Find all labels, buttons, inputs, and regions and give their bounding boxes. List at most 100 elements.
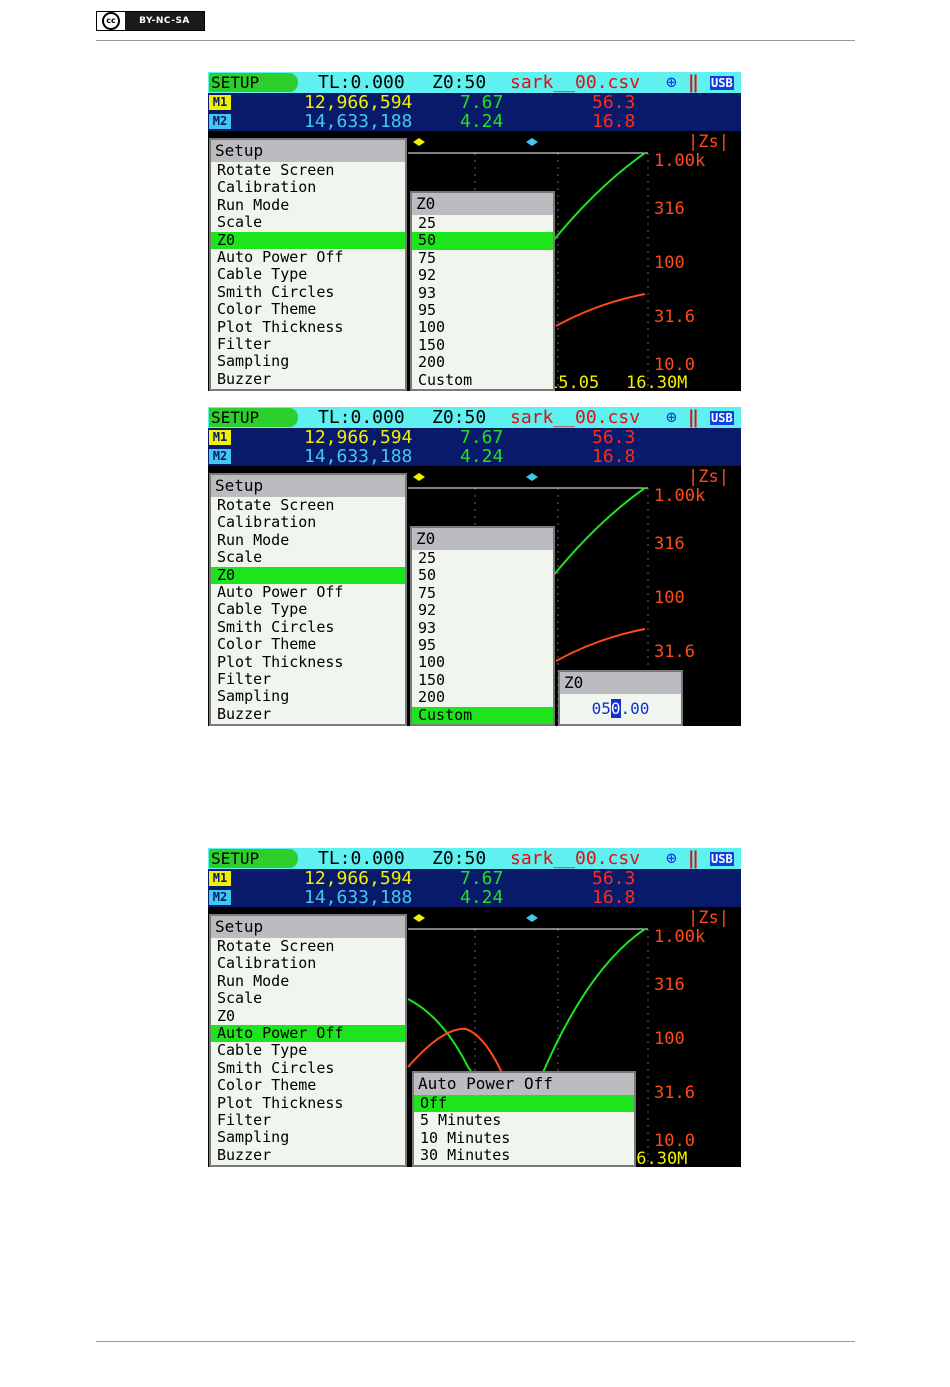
setup-menu-title: Setup xyxy=(211,475,405,497)
menu-item-filter[interactable]: Filter xyxy=(211,1111,405,1129)
cc-icon: cc xyxy=(97,12,125,30)
z0-option-50[interactable]: 50 xyxy=(412,231,553,250)
menu-item-buzzer[interactable]: Buzzer xyxy=(211,370,405,388)
menu-item-rotate-screen[interactable]: Rotate Screen xyxy=(211,161,405,179)
menu-item-color-theme[interactable]: Color Theme xyxy=(211,635,405,653)
z0-option-25[interactable]: 25 xyxy=(412,549,553,567)
y-tick-2: 316 xyxy=(654,199,685,219)
menu-item-color-theme[interactable]: Color Theme xyxy=(211,1076,405,1094)
menu-item-filter[interactable]: Filter xyxy=(211,335,405,353)
z0-menu: Z0 25 50 75 92 93 95 100 150 200 Custom xyxy=(410,526,555,726)
apo-option-off[interactable]: Off xyxy=(414,1094,634,1113)
menu-item-scale[interactable]: Scale xyxy=(211,548,405,566)
z0-edit-dialog: Z0 050.00 xyxy=(558,670,683,726)
menu-item-calibration[interactable]: Calibration xyxy=(211,954,405,972)
menu-item-auto-power-off[interactable]: Auto Power Off xyxy=(211,248,405,266)
apo-option-5-minutes[interactable]: 5 Minutes xyxy=(414,1111,634,1129)
menu-item-auto-power-off[interactable]: Auto Power Off xyxy=(211,583,405,601)
z0-option-custom[interactable]: Custom xyxy=(412,371,553,389)
z0-option-200[interactable]: 200 xyxy=(412,353,553,371)
menu-item-filter[interactable]: Filter xyxy=(211,670,405,688)
analyzer-screen-1: SETUP TL:0.000 Z0:50 sark__00.csv ⊕ ‖ US… xyxy=(208,72,741,391)
menu-item-cable-type[interactable]: Cable Type xyxy=(211,265,405,283)
menu-item-buzzer[interactable]: Buzzer xyxy=(211,1146,405,1164)
z0-option-75[interactable]: 75 xyxy=(412,584,553,602)
menu-item-calibration[interactable]: Calibration xyxy=(211,513,405,531)
menu-item-run-mode[interactable]: Run Mode xyxy=(211,531,405,549)
menu-item-rotate-screen[interactable]: Rotate Screen xyxy=(211,496,405,514)
menu-item-cable-type[interactable]: Cable Type xyxy=(211,600,405,618)
pause-icon[interactable]: ‖ xyxy=(688,72,699,93)
z0-option-50[interactable]: 50 xyxy=(412,566,553,584)
z0-option-100[interactable]: 100 xyxy=(412,318,553,336)
menu-item-run-mode[interactable]: Run Mode xyxy=(211,196,405,214)
z0-value-input[interactable]: 050.00 xyxy=(560,694,681,724)
z0-option-75[interactable]: 75 xyxy=(412,249,553,267)
pause-icon[interactable]: ‖ xyxy=(688,848,699,869)
tl-readout: TL:0.000 xyxy=(318,848,405,869)
menu-item-z0[interactable]: Z0 xyxy=(211,566,405,584)
m2-swr: 4.24 xyxy=(460,111,504,132)
marker-1-badge: M1 xyxy=(209,871,231,886)
menu-item-auto-power-off[interactable]: Auto Power Off xyxy=(211,1024,405,1043)
menu-item-rotate-screen[interactable]: Rotate Screen xyxy=(211,937,405,955)
z0-option-93[interactable]: 93 xyxy=(412,619,553,637)
z0-option-custom[interactable]: Custom xyxy=(412,706,553,724)
menu-item-z0[interactable]: Z0 xyxy=(211,231,405,249)
analyzer-screen-2: SETUP TL:0.000 Z0:50 sark__00.csv ⊕ ‖ US… xyxy=(208,407,741,726)
menu-item-sampling[interactable]: Sampling xyxy=(211,352,405,370)
setup-tab[interactable]: SETUP xyxy=(209,849,298,868)
z0-option-150[interactable]: 150 xyxy=(412,671,553,689)
z0-option-92[interactable]: 92 xyxy=(412,601,553,619)
target-icon[interactable]: ⊕ xyxy=(666,407,677,428)
z0-menu-title: Z0 xyxy=(412,528,553,550)
usb-icon: USB xyxy=(710,411,734,425)
setup-menu: Setup Rotate Screen Calibration Run Mode… xyxy=(209,138,407,391)
z0-option-95[interactable]: 95 xyxy=(412,301,553,319)
menu-item-buzzer[interactable]: Buzzer xyxy=(211,705,405,723)
y-tick-5: 10.0 xyxy=(654,1131,695,1151)
apo-option-30-minutes[interactable]: 30 Minutes xyxy=(414,1146,634,1164)
y-tick-1: 1.00k xyxy=(654,927,706,947)
m2-freq: 14,633,188 xyxy=(304,111,413,132)
z0-value-post: .00 xyxy=(620,699,650,718)
target-icon[interactable]: ⊕ xyxy=(666,72,677,93)
file-name: sark__00.csv xyxy=(510,72,641,93)
y-tick-3: 100 xyxy=(654,1029,685,1049)
z0-option-25[interactable]: 25 xyxy=(412,214,553,232)
marker-1-badge: M1 xyxy=(209,430,231,445)
marker-row-2: M2 14,633,188 4.24 16.8 xyxy=(208,112,741,131)
z0-option-92[interactable]: 92 xyxy=(412,266,553,284)
menu-item-plot-thickness[interactable]: Plot Thickness xyxy=(211,653,405,671)
pause-icon[interactable]: ‖ xyxy=(688,407,699,428)
apo-option-10-minutes[interactable]: 10 Minutes xyxy=(414,1129,634,1147)
menu-item-plot-thickness[interactable]: Plot Thickness xyxy=(211,1094,405,1112)
m1-freq: 12,966,594 xyxy=(304,427,413,448)
menu-item-run-mode[interactable]: Run Mode xyxy=(211,972,405,990)
menu-item-calibration[interactable]: Calibration xyxy=(211,178,405,196)
menu-item-color-theme[interactable]: Color Theme xyxy=(211,300,405,318)
m1-zs: 56.3 xyxy=(592,868,636,889)
menu-item-cable-type[interactable]: Cable Type xyxy=(211,1041,405,1059)
menu-item-scale[interactable]: Scale xyxy=(211,213,405,231)
menu-item-z0[interactable]: Z0 xyxy=(211,1007,405,1025)
setup-tab[interactable]: SETUP xyxy=(209,408,298,427)
menu-item-sampling[interactable]: Sampling xyxy=(211,687,405,705)
setup-tab[interactable]: SETUP xyxy=(209,73,298,92)
z0-option-200[interactable]: 200 xyxy=(412,688,553,706)
z0-option-150[interactable]: 150 xyxy=(412,336,553,354)
marker-row-2: M2 14,633,188 4.24 16.8 xyxy=(208,888,741,907)
marker-rows: M1 12,966,594 7.67 56.3 M2 14,633,188 4.… xyxy=(208,93,741,131)
menu-item-sampling[interactable]: Sampling xyxy=(211,1128,405,1146)
m1-zs: 56.3 xyxy=(592,427,636,448)
menu-item-smith-circles[interactable]: Smith Circles xyxy=(211,283,405,301)
menu-item-smith-circles[interactable]: Smith Circles xyxy=(211,618,405,636)
z0-option-93[interactable]: 93 xyxy=(412,284,553,302)
menu-item-scale[interactable]: Scale xyxy=(211,989,405,1007)
menu-item-smith-circles[interactable]: Smith Circles xyxy=(211,1059,405,1077)
z0-option-95[interactable]: 95 xyxy=(412,636,553,654)
z0-option-100[interactable]: 100 xyxy=(412,653,553,671)
target-icon[interactable]: ⊕ xyxy=(666,848,677,869)
m2-zs: 16.8 xyxy=(592,446,636,467)
menu-item-plot-thickness[interactable]: Plot Thickness xyxy=(211,318,405,336)
